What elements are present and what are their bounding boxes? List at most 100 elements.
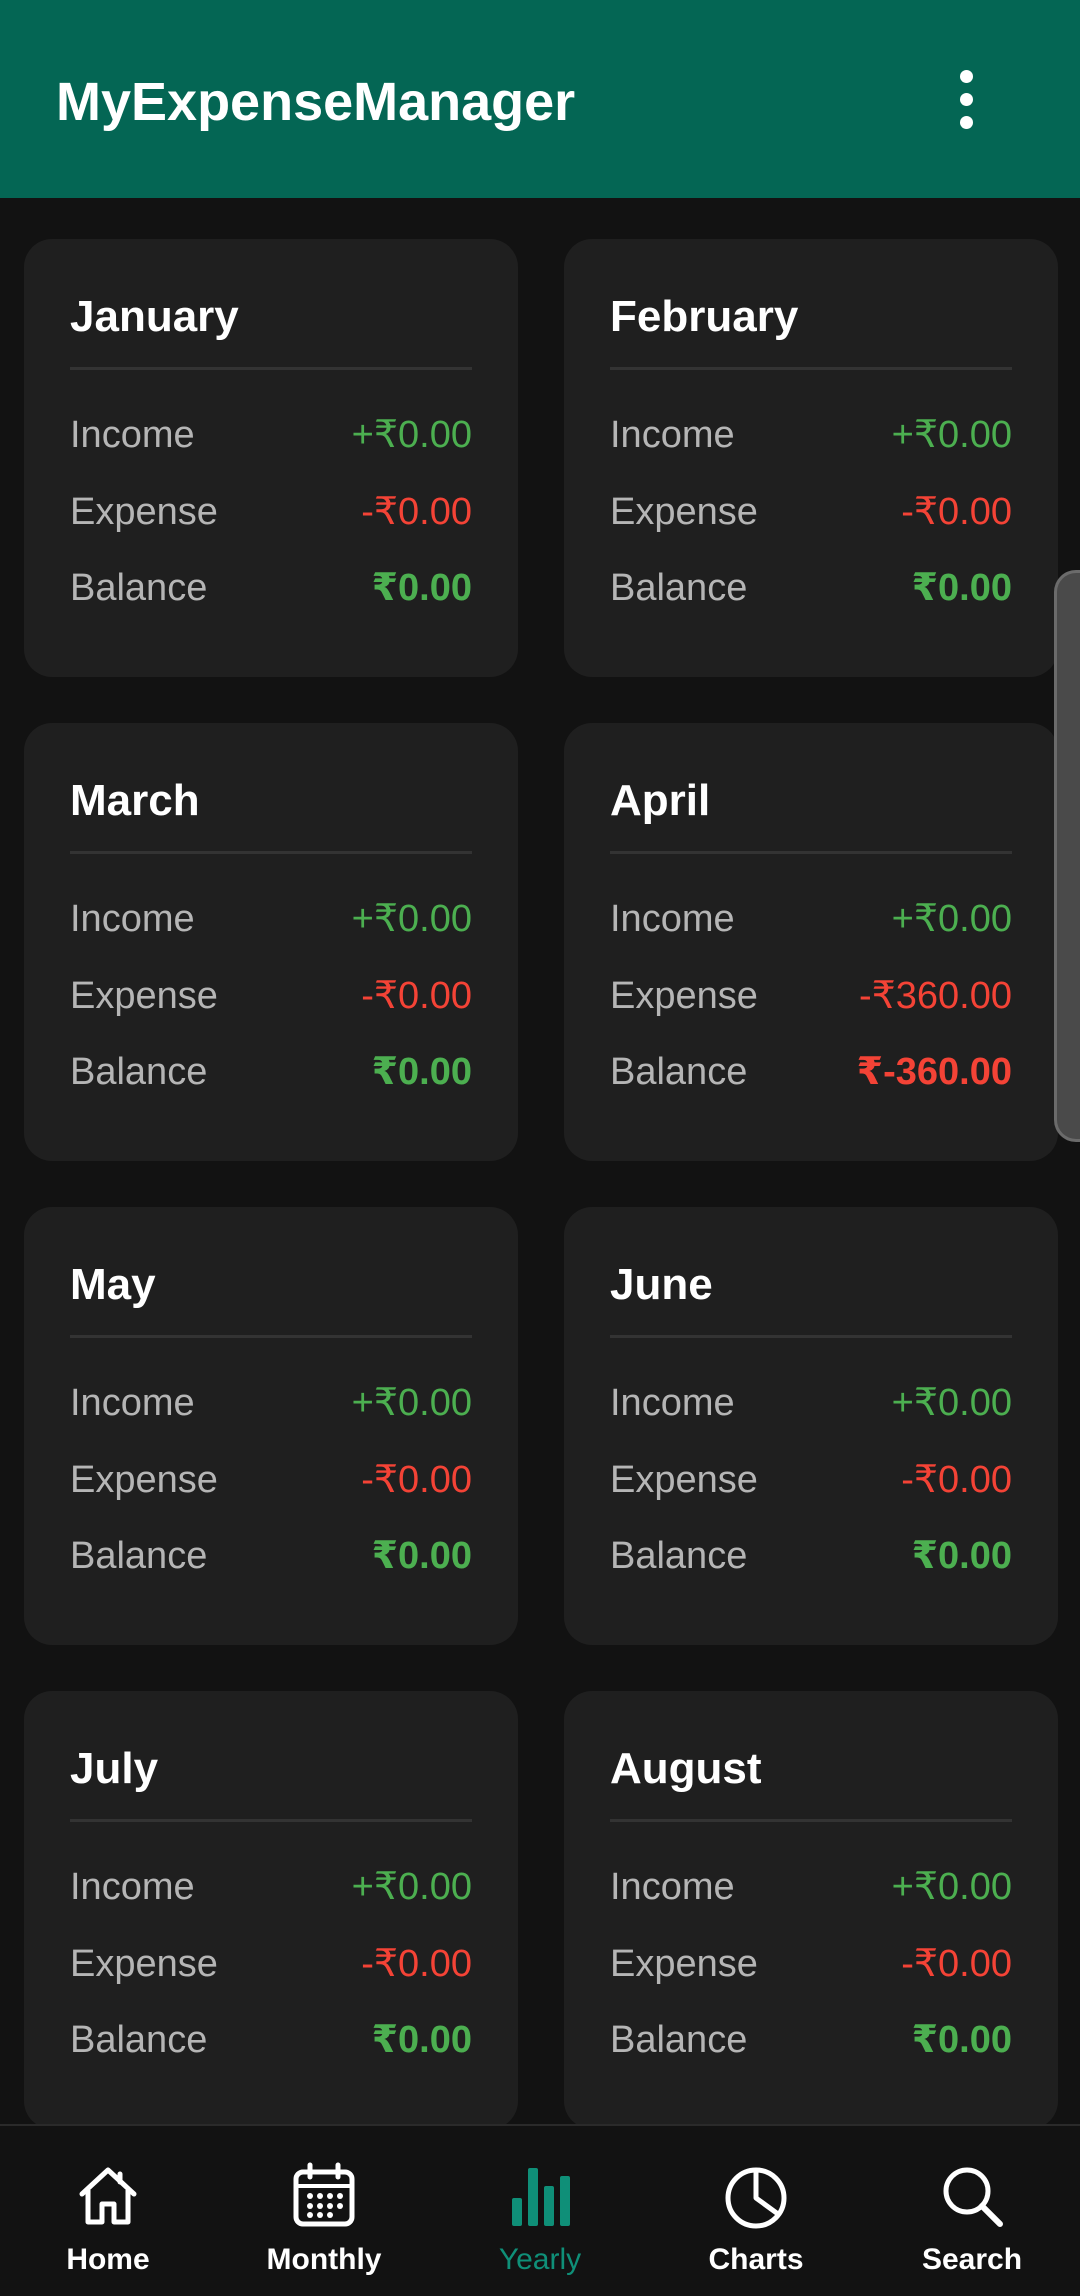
expense-value: -₹360.00 — [858, 975, 1012, 1017]
search-icon — [943, 2167, 1003, 2227]
month-title: August — [610, 1744, 762, 1793]
income-value: +₹0.00 — [351, 1382, 472, 1424]
income-label: Income — [70, 898, 195, 940]
expense-row: Expense -₹0.00 — [610, 1936, 1012, 1992]
nav-monthly[interactable]: Monthly — [216, 2126, 432, 2296]
divider — [610, 851, 1012, 854]
expense-row: Expense -₹0.00 — [70, 1452, 472, 1508]
app-screen: MyExpenseManager January Income +₹0.00 E… — [0, 0, 1080, 2296]
nav-label: Yearly — [498, 2243, 582, 2276]
calendar-icon — [293, 2162, 355, 2227]
income-label: Income — [610, 898, 735, 940]
month-title: May — [70, 1260, 156, 1309]
expense-label: Expense — [70, 1943, 218, 1985]
income-row: Income +₹0.00 — [70, 891, 472, 947]
balance-label: Balance — [610, 2019, 748, 2061]
expense-label: Expense — [70, 1459, 218, 1501]
more-vert-icon — [960, 70, 973, 83]
expense-label: Expense — [610, 1943, 758, 1985]
income-label: Income — [70, 414, 195, 456]
balance-value: ₹0.00 — [371, 1535, 472, 1577]
yearly-month-grid[interactable]: January Income +₹0.00 Expense -₹0.00 Bal… — [0, 198, 1080, 2124]
income-row: Income +₹0.00 — [610, 407, 1012, 463]
expense-value: -₹0.00 — [901, 1459, 1012, 1501]
expense-label: Expense — [610, 975, 758, 1017]
expense-row: Expense -₹0.00 — [70, 1936, 472, 1992]
edge-panel-handle[interactable] — [1054, 570, 1080, 1142]
income-row: Income +₹0.00 — [610, 1375, 1012, 1431]
nav-home[interactable]: Home — [0, 2126, 216, 2296]
month-title: February — [610, 292, 799, 341]
income-label: Income — [70, 1866, 195, 1908]
income-label: Income — [70, 1382, 195, 1424]
balance-value: ₹0.00 — [371, 2019, 472, 2061]
income-label: Income — [610, 414, 735, 456]
income-row: Income +₹0.00 — [70, 1859, 472, 1915]
bar-chart-icon — [512, 2168, 570, 2226]
balance-label: Balance — [610, 567, 748, 609]
month-card-march[interactable]: March Income +₹0.00 Expense -₹0.00 Balan… — [24, 723, 518, 1161]
home-icon — [79, 2167, 137, 2225]
balance-label: Balance — [610, 1535, 748, 1577]
month-card-june[interactable]: June Income +₹0.00 Expense -₹0.00 Balanc… — [564, 1207, 1058, 1645]
expense-row: Expense -₹0.00 — [610, 1452, 1012, 1508]
month-card-january[interactable]: January Income +₹0.00 Expense -₹0.00 Bal… — [24, 239, 518, 677]
income-row: Income +₹0.00 — [70, 1375, 472, 1431]
month-title: July — [70, 1744, 159, 1793]
divider — [70, 1335, 472, 1338]
income-value: +₹0.00 — [351, 414, 472, 456]
divider — [610, 1819, 1012, 1822]
income-value: +₹0.00 — [891, 1866, 1012, 1908]
expense-row: Expense -₹0.00 — [610, 484, 1012, 540]
month-title: March — [70, 776, 200, 825]
balance-label: Balance — [70, 2019, 208, 2061]
balance-row: Balance ₹0.00 — [70, 560, 472, 616]
income-value: +₹0.00 — [351, 898, 472, 940]
expense-value: -₹0.00 — [901, 1943, 1012, 1985]
divider — [70, 851, 472, 854]
divider — [70, 1819, 472, 1822]
balance-label: Balance — [610, 1051, 748, 1093]
income-row: Income +₹0.00 — [70, 407, 472, 463]
balance-value: ₹0.00 — [371, 567, 472, 609]
balance-label: Balance — [70, 1051, 208, 1093]
divider — [610, 1335, 1012, 1338]
month-title: April — [610, 776, 711, 825]
expense-value: -₹0.00 — [361, 1943, 472, 1985]
balance-value: ₹-360.00 — [856, 1051, 1012, 1093]
month-card-may[interactable]: May Income +₹0.00 Expense -₹0.00 Balance… — [24, 1207, 518, 1645]
more-vert-dot — [960, 93, 973, 106]
income-label: Income — [610, 1866, 735, 1908]
month-card-july[interactable]: July Income +₹0.00 Expense -₹0.00 Balanc… — [24, 1691, 518, 2124]
nav-label: Charts — [708, 2243, 804, 2276]
nav-search[interactable]: Search — [864, 2126, 1080, 2296]
balance-value: ₹0.00 — [371, 1051, 472, 1093]
income-row: Income +₹0.00 — [610, 891, 1012, 947]
income-value: +₹0.00 — [351, 1866, 472, 1908]
nav-label: Search — [921, 2243, 1023, 2276]
balance-row: Balance ₹0.00 — [70, 1528, 472, 1584]
balance-row: Balance ₹0.00 — [610, 560, 1012, 616]
balance-row: Balance ₹0.00 — [70, 2012, 472, 2068]
month-card-april[interactable]: April Income +₹0.00 Expense -₹360.00 Bal… — [564, 723, 1058, 1161]
nav-yearly[interactable]: Yearly — [432, 2126, 648, 2296]
app-bar: MyExpenseManager — [0, 0, 1080, 198]
income-value: +₹0.00 — [891, 414, 1012, 456]
expense-row: Expense -₹360.00 — [610, 968, 1012, 1024]
income-label: Income — [610, 1382, 735, 1424]
month-title: January — [70, 292, 239, 341]
expense-label: Expense — [70, 491, 218, 533]
month-card-august[interactable]: August Income +₹0.00 Expense -₹0.00 Bala… — [564, 1691, 1058, 2124]
income-value: +₹0.00 — [891, 898, 1012, 940]
more-vert-dot — [960, 116, 973, 129]
balance-row: Balance ₹0.00 — [70, 1044, 472, 1100]
nav-label: Monthly — [266, 2243, 382, 2276]
nav-charts[interactable]: Charts — [648, 2126, 864, 2296]
balance-row: Balance ₹0.00 — [610, 1528, 1012, 1584]
pie-chart-icon — [725, 2167, 787, 2229]
balance-row: Balance ₹0.00 — [610, 2012, 1012, 2068]
balance-value: ₹0.00 — [911, 1535, 1012, 1577]
balance-row: Balance ₹-360.00 — [610, 1044, 1012, 1100]
month-card-february[interactable]: February Income +₹0.00 Expense -₹0.00 Ba… — [564, 239, 1058, 677]
more-options-button[interactable] — [930, 60, 1002, 140]
